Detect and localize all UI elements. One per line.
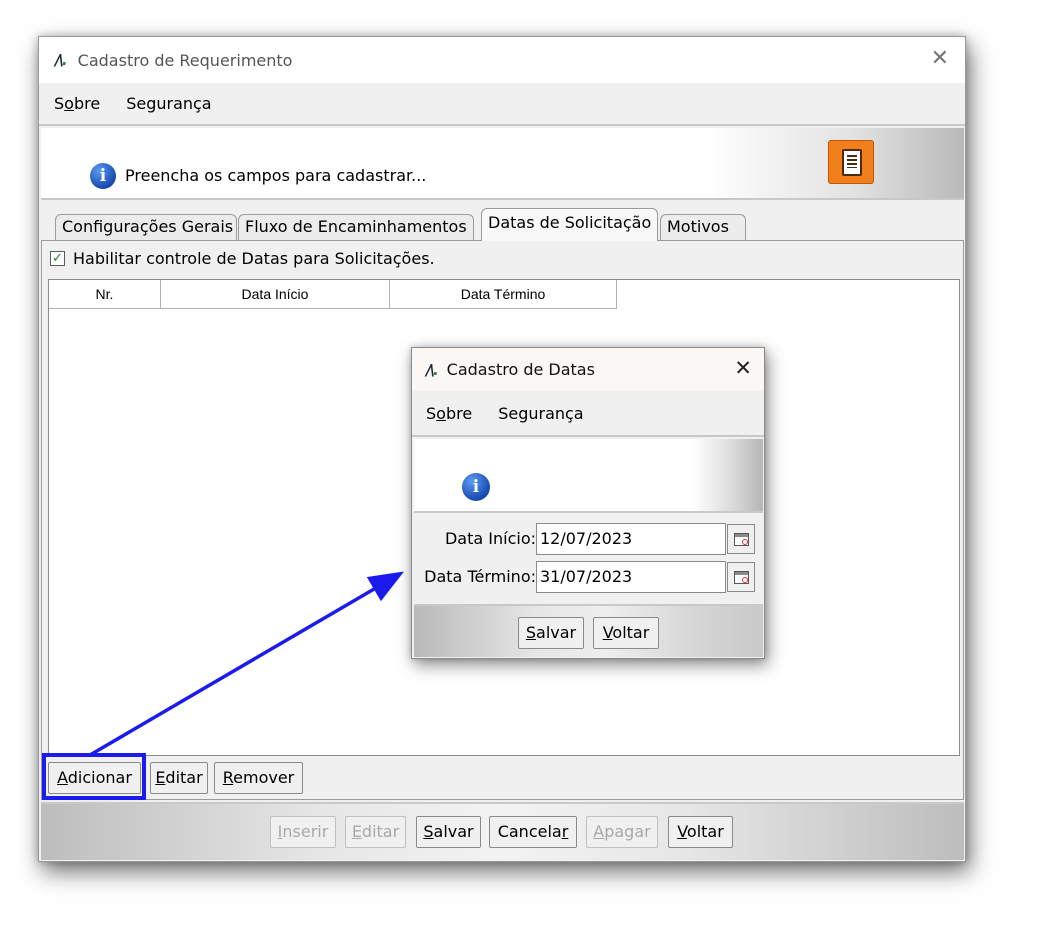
dialog-voltar-button[interactable]: Voltar	[593, 617, 659, 649]
column-header-data-inicio[interactable]: Data Início	[161, 280, 390, 309]
adicionar-highlight-box	[42, 753, 146, 800]
main-window-title: Cadastro de Requerimento	[77, 50, 293, 70]
dialog-menu-sobre[interactable]: Sobre	[412, 404, 485, 423]
enable-dates-row: ✓ Habilitar controle de Datas para Solic…	[50, 249, 435, 268]
tab-configuracoes-gerais[interactable]: Configurações Gerais	[55, 214, 237, 240]
editar-grid-button[interactable]: Editar	[150, 762, 208, 794]
enable-dates-label: Habilitar controle de Datas para Solicit…	[73, 249, 435, 268]
tab-motivos[interactable]: Motivos	[660, 214, 746, 240]
menu-sobre[interactable]: Sobre	[39, 94, 113, 113]
app-logo-icon: /\.	[426, 360, 439, 379]
apagar-button[interactable]: Apagar	[586, 816, 658, 848]
cadastro-datas-dialog: /\. Cadastro de Datas ✕ Sobre Segurança …	[411, 347, 765, 659]
dialog-titlebar: /\. Cadastro de Datas ✕	[412, 348, 764, 391]
salvar-button[interactable]: Salvar	[416, 816, 481, 848]
dialog-menu-seguranca[interactable]: Segurança	[485, 404, 596, 423]
data-termino-calendar-button[interactable]	[727, 562, 755, 592]
enable-dates-checkbox[interactable]: ✓	[50, 251, 65, 266]
menu-seguranca[interactable]: Segurança	[113, 94, 224, 113]
tab-datas-solicitacao[interactable]: Datas de Solicitação	[481, 208, 658, 241]
inserir-button[interactable]: Inserir	[270, 816, 336, 848]
dialog-menubar: Sobre Segurança	[412, 391, 764, 437]
main-menubar: Sobre Segurança	[39, 83, 965, 126]
data-inicio-field[interactable]: 12/07/2023	[536, 523, 726, 555]
voltar-button[interactable]: Voltar	[668, 816, 733, 848]
info-icon: i	[462, 473, 490, 501]
data-termino-label: Data Término:	[424, 567, 536, 586]
close-icon[interactable]: ✕	[931, 46, 949, 71]
dialog-title: Cadastro de Datas	[446, 360, 595, 379]
app-logo-icon: /\.	[55, 51, 68, 69]
dialog-header-banner: i	[414, 439, 763, 513]
calendar-icon	[734, 533, 749, 546]
main-footer-toolbar: Inserir Editar Salvar Cancelar Apagar Vo…	[41, 802, 964, 860]
dialog-footer-toolbar: Salvar Voltar	[414, 604, 763, 657]
editar-button[interactable]: Editar	[345, 816, 406, 848]
data-inicio-label: Data Início:	[444, 529, 536, 548]
data-termino-field[interactable]: 31/07/2023	[536, 561, 726, 593]
column-header-data-termino[interactable]: Data Término	[390, 280, 617, 309]
header-message: Preencha os campos para cadastrar...	[125, 166, 427, 185]
document-icon[interactable]	[828, 140, 874, 184]
cancelar-button[interactable]: Cancelar	[489, 816, 577, 848]
tab-fluxo-encaminhamentos[interactable]: Fluxo de Encaminhamentos	[238, 214, 474, 240]
remover-button[interactable]: Remover	[214, 762, 303, 794]
close-icon[interactable]: ✕	[734, 356, 752, 380]
data-inicio-calendar-button[interactable]	[727, 524, 755, 554]
calendar-icon	[734, 571, 749, 584]
column-header-nr[interactable]: Nr.	[49, 280, 161, 309]
info-icon: i	[90, 163, 116, 189]
main-titlebar: /\. Cadastro de Requerimento ✕	[39, 37, 965, 83]
dialog-salvar-button[interactable]: Salvar	[518, 617, 584, 649]
header-banner: i Preencha os campos para cadastrar...	[41, 128, 964, 200]
